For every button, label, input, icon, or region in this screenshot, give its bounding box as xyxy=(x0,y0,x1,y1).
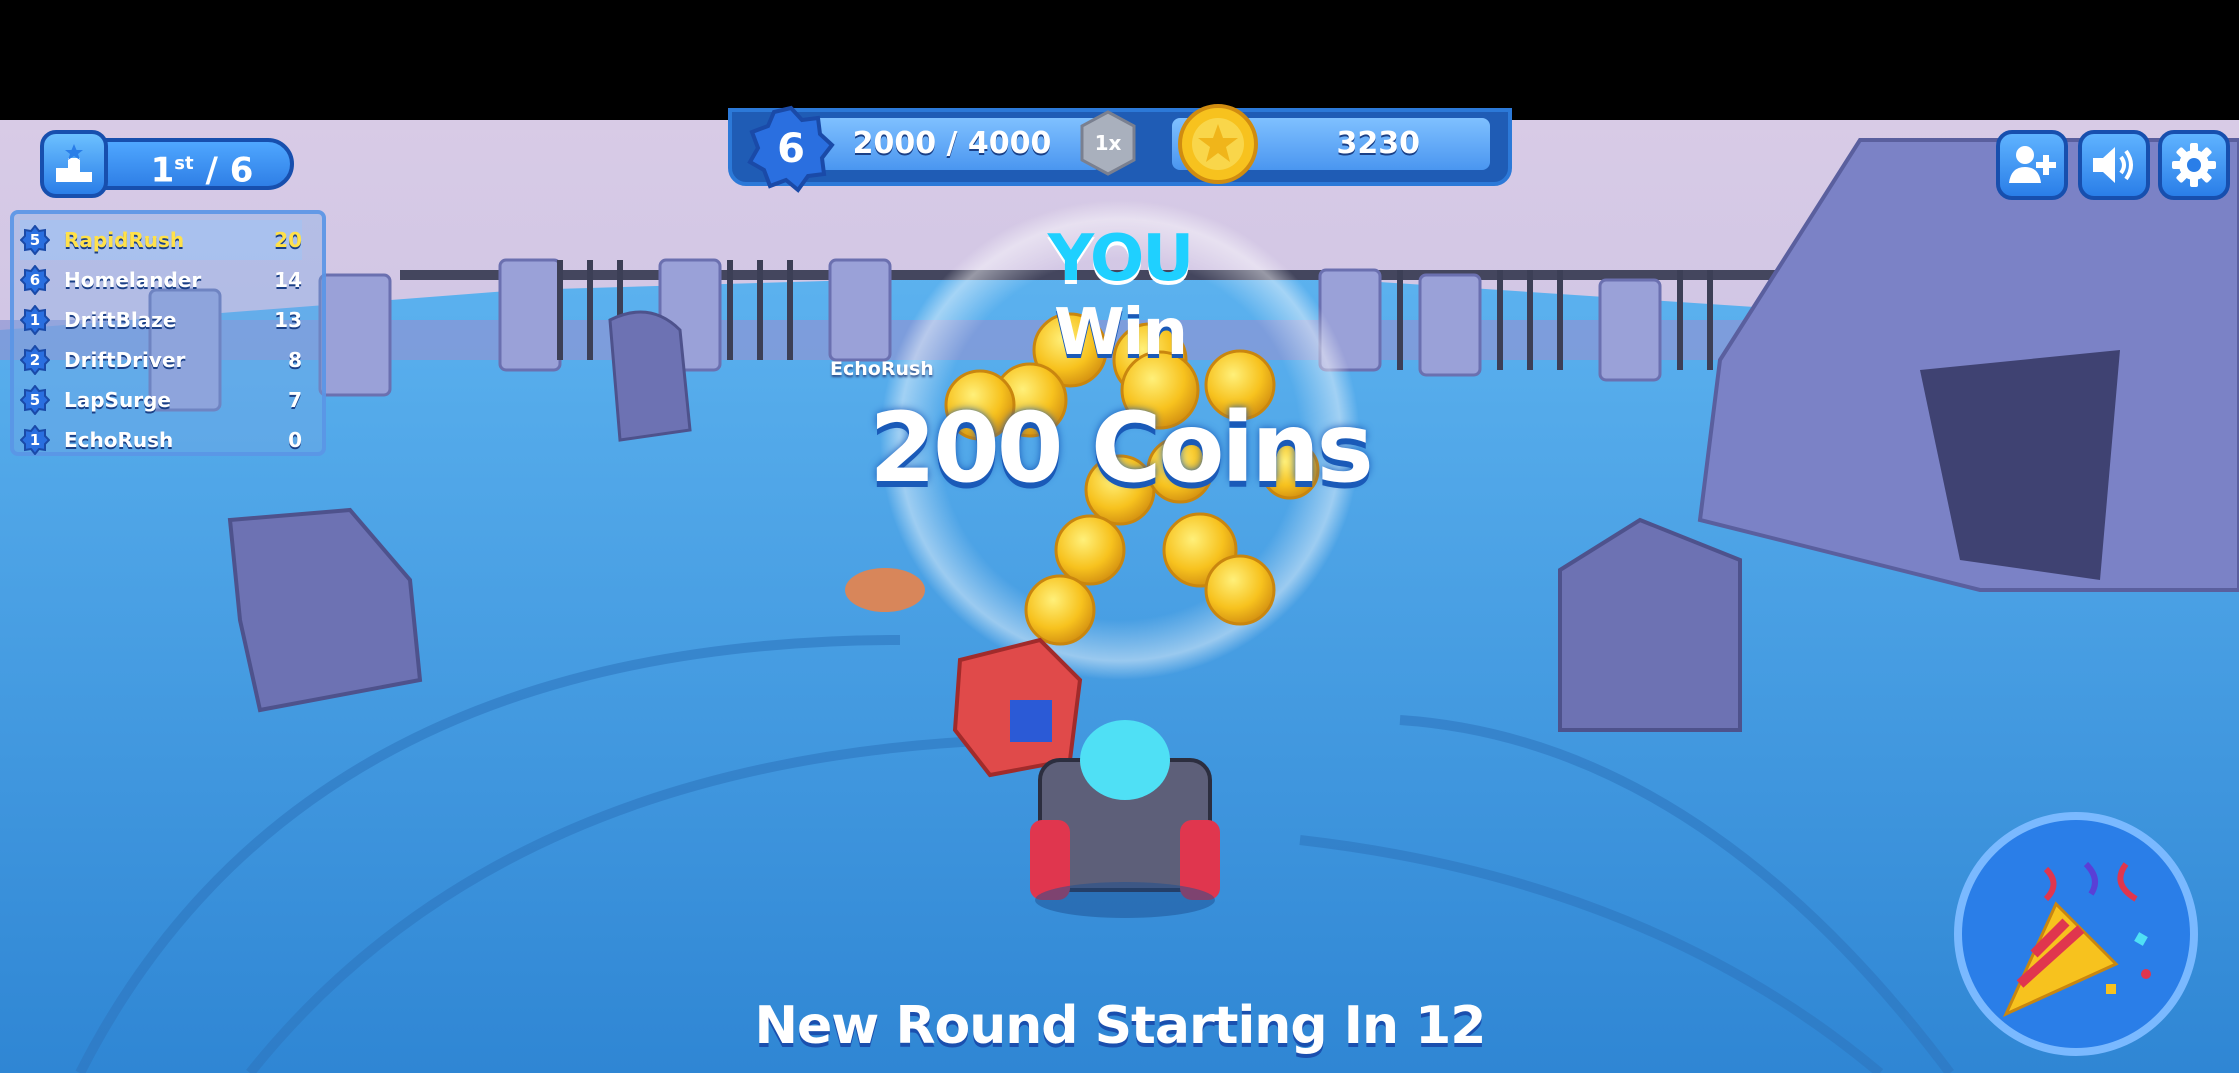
leaderboard-row: 6 Homelander 14 xyxy=(20,260,302,300)
level-badge: 1 xyxy=(20,425,50,455)
leaderboard-row: 5 RapidRush 20 xyxy=(20,220,302,260)
player-score: 20 xyxy=(274,228,302,252)
add-friend-icon xyxy=(2009,146,2056,183)
level-badge: 2 xyxy=(20,345,50,375)
game-screen: 1st / 6 5 RapidRush 20 6 Homelander 14 1 DriftB… xyxy=(0,0,2239,1073)
sound-toggle-button[interactable] xyxy=(2078,130,2150,200)
player-name: Homelander xyxy=(64,268,202,292)
player-score: 8 xyxy=(288,348,302,372)
podium-icon xyxy=(40,130,108,198)
player-name: DriftBlaze xyxy=(64,308,177,332)
xp-progress: 2000 / 4000 xyxy=(802,118,1102,170)
rank-indicator: 1st / 6 xyxy=(40,130,296,198)
level-badge: 5 xyxy=(20,385,50,415)
multiplier-badge: 1x xyxy=(1078,110,1138,176)
leaderboard-row: 1 EchoRush 0 xyxy=(20,420,302,460)
player-name: EchoRush xyxy=(64,428,174,452)
settings-button[interactable] xyxy=(2158,130,2230,200)
leaderboard: 5 RapidRush 20 6 Homelander 14 1 DriftBlaze 13 2 D… xyxy=(10,210,326,456)
progress-bar-panel: 2000 / 4000 6 1x 3230 xyxy=(728,104,1512,193)
reward-amount: 200 Coins xyxy=(869,392,1374,504)
coin-icon xyxy=(1178,104,1258,184)
speaker-icon xyxy=(2093,147,2133,183)
player-name: DriftDriver xyxy=(64,348,186,372)
player-score: 7 xyxy=(288,388,302,412)
rank-value: 1st / 6 xyxy=(80,138,294,190)
invite-friend-button[interactable] xyxy=(1996,130,2068,200)
leaderboard-row: 5 LapSurge 7 xyxy=(20,380,302,420)
player-score: 14 xyxy=(274,268,302,292)
player-score: 13 xyxy=(274,308,302,332)
level-badge: 6 xyxy=(20,265,50,295)
win-banner: YOU Win xyxy=(1047,222,1194,370)
player-level-badge: 6 xyxy=(746,104,836,194)
opponent-nametag: EchoRush xyxy=(830,358,934,380)
leaderboard-row: 1 DriftBlaze 13 xyxy=(20,300,302,340)
celebrate-emote-button[interactable] xyxy=(1954,812,2198,1056)
level-badge: 1 xyxy=(20,305,50,335)
party-popper-icon xyxy=(2002,861,2151,1018)
leaderboard-row: 2 DriftDriver 8 xyxy=(20,340,302,380)
player-score: 0 xyxy=(288,428,302,452)
player-name: RapidRush xyxy=(64,228,185,252)
round-countdown: New Round Starting In 12 xyxy=(754,996,1487,1056)
level-badge: 5 xyxy=(20,225,50,255)
gear-icon xyxy=(2172,143,2216,187)
player-name: LapSurge xyxy=(64,388,171,412)
